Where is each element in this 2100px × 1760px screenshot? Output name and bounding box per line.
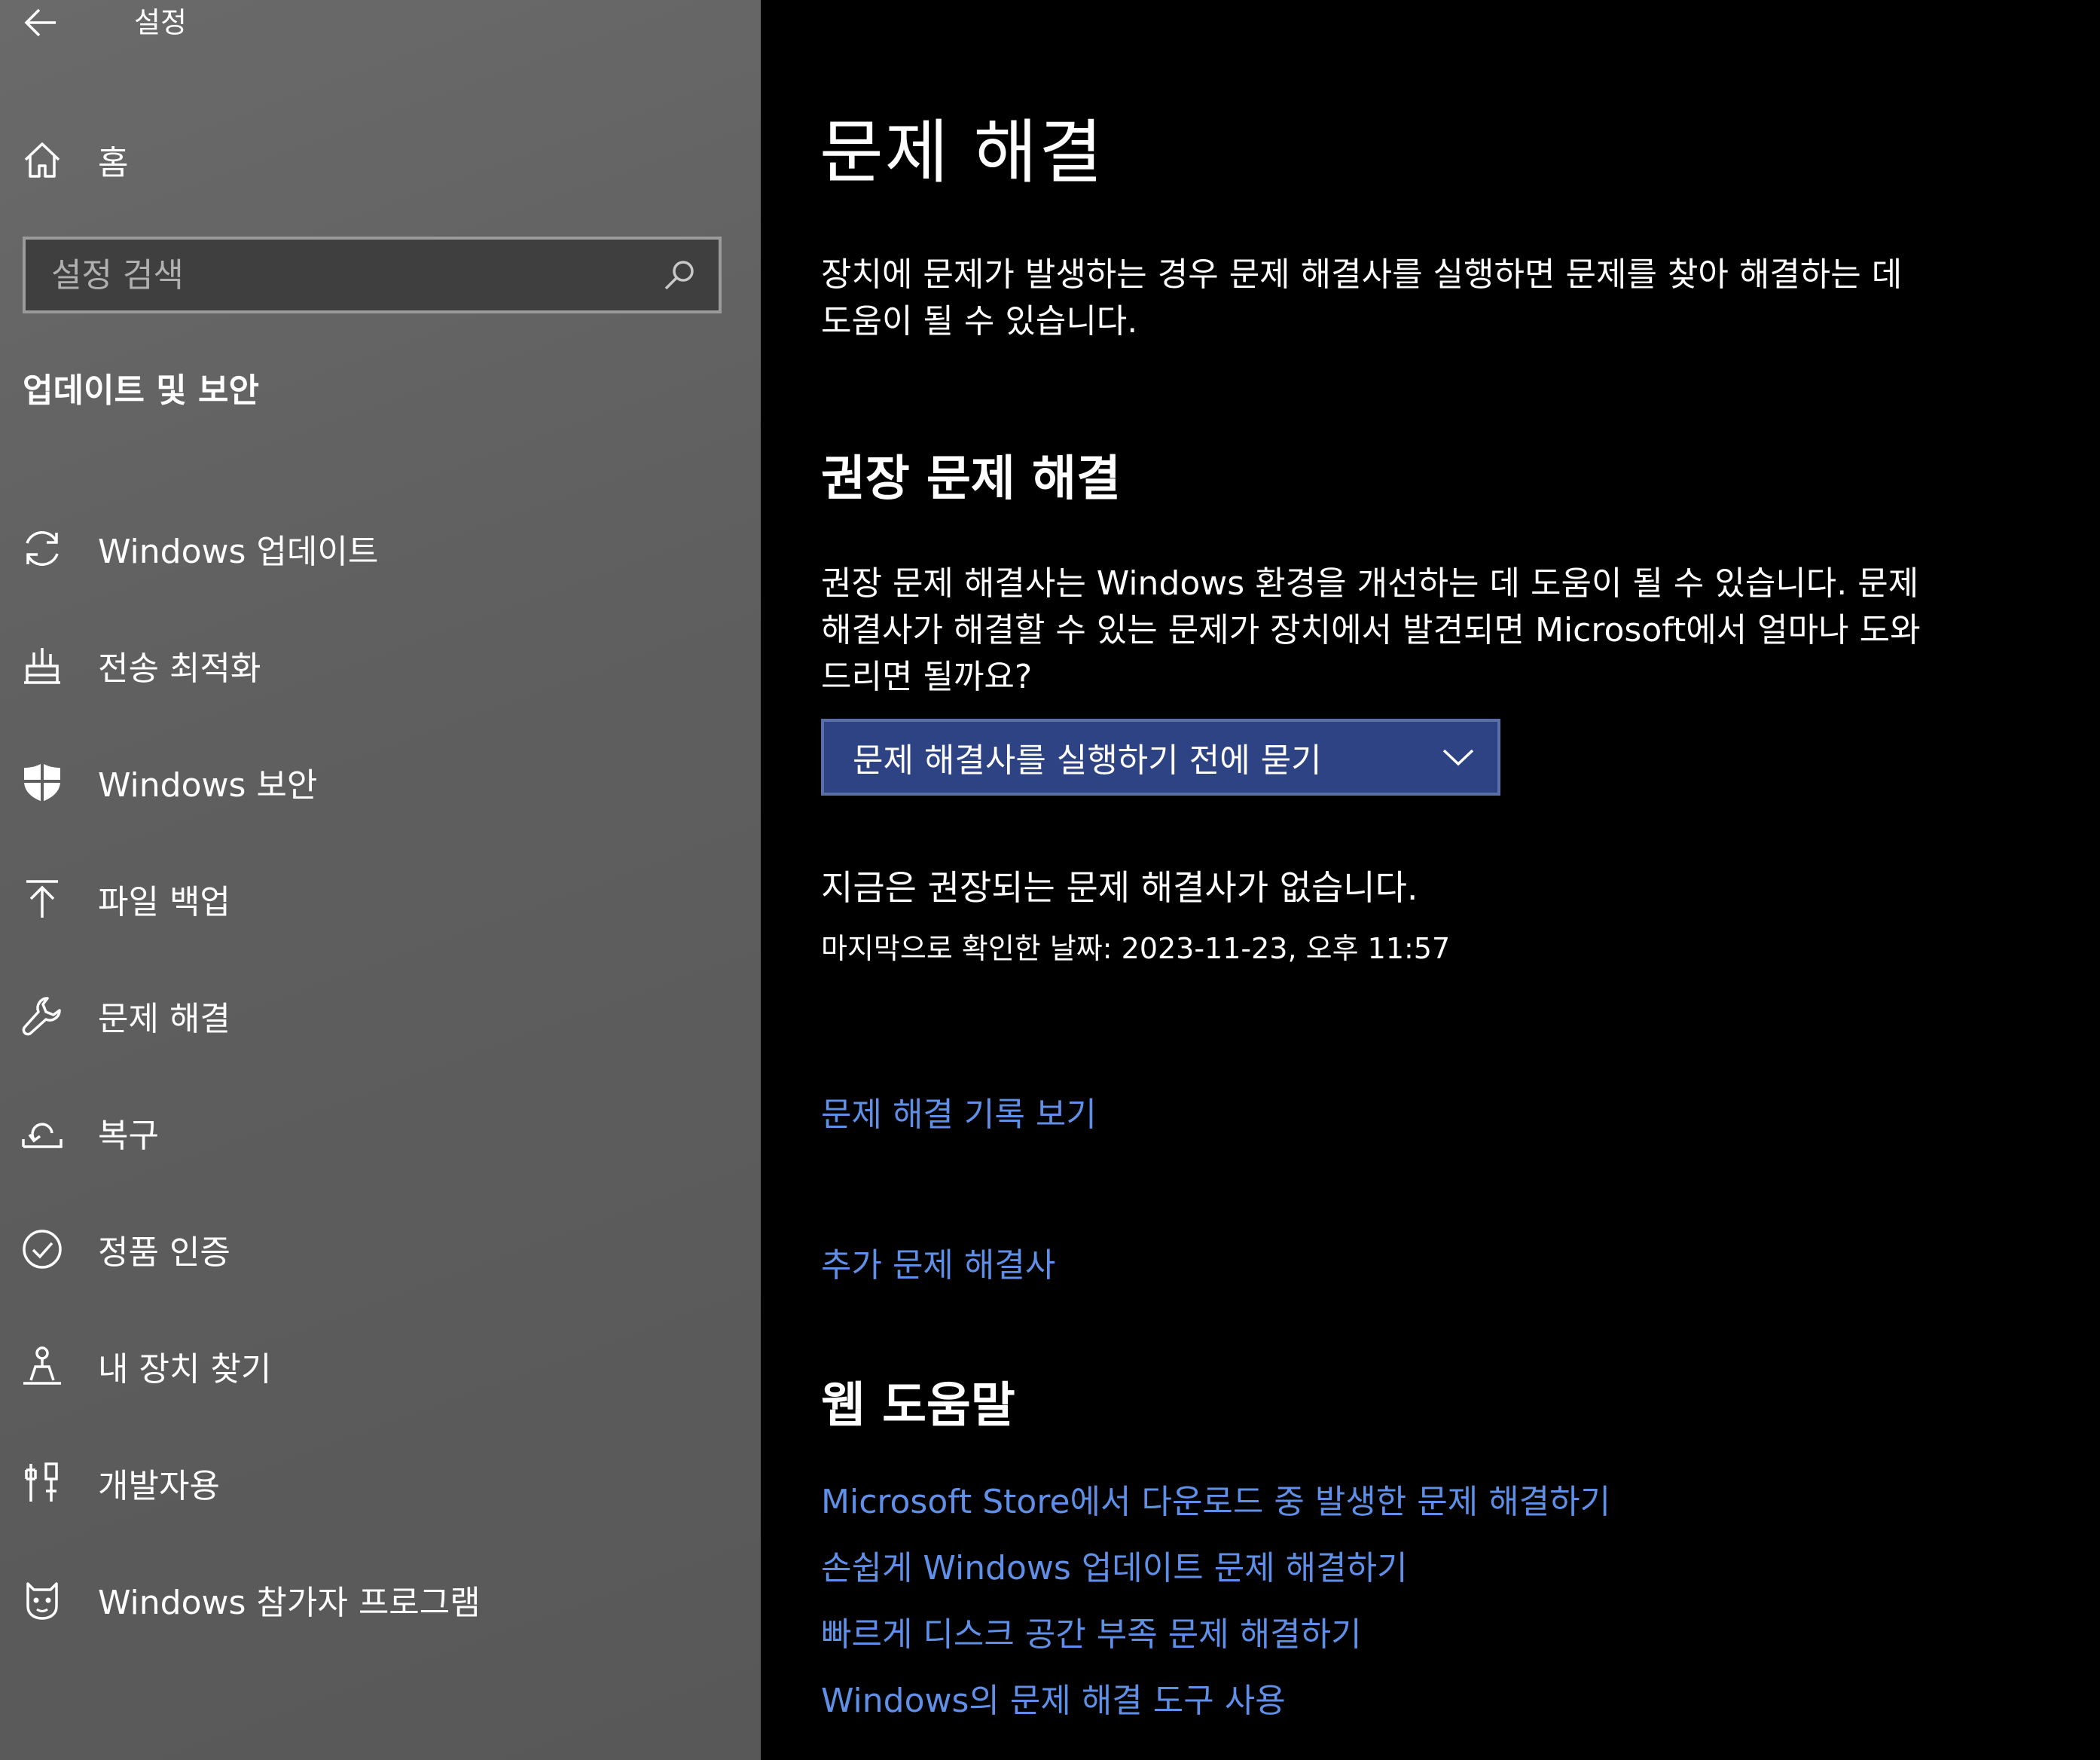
sidebar-item-delivery-optimization[interactable]: 전송 최적화 (0, 607, 761, 723)
chevron-down-icon (1442, 749, 1474, 766)
search-icon[interactable] (657, 252, 702, 298)
sidebar-item-windows-security[interactable]: Windows 보안 (0, 723, 761, 840)
recovery-icon (20, 1110, 65, 1155)
search-input[interactable] (26, 240, 657, 310)
sidebar-item-label: 정품 인증 (98, 1233, 230, 1272)
insider-icon (20, 1577, 65, 1622)
check-circle-icon (20, 1227, 65, 1272)
sidebar-item-label: 문제 해결 (98, 999, 230, 1038)
refresh-icon (20, 526, 65, 571)
sidebar-item-label: 파일 백업 (98, 882, 230, 921)
sidebar-item-label: 내 장치 찾기 (98, 1349, 272, 1389)
no-recommended-text: 지금은 권장되는 문제 해결사가 없습니다. (821, 867, 1418, 908)
troubleshooter-preference-dropdown[interactable]: 문제 해결사를 실행하기 전에 묻기 (821, 719, 1500, 796)
web-help-link-disk-space[interactable]: 빠르게 디스크 공간 부족 문제 해결하기 (821, 1612, 1362, 1658)
additional-troubleshooters-link[interactable]: 추가 문제 해결사 (821, 1243, 1055, 1288)
sidebar-item-find-my-device[interactable]: 내 장치 찾기 (0, 1307, 761, 1424)
main-content: 문제 해결 장치에 문제가 발생하는 경우 문제 해결사를 실행하면 문제를 찾… (761, 0, 2100, 1760)
sidebar-item-label: 복구 (98, 1116, 159, 1155)
sidebar-item-troubleshoot[interactable]: 문제 해결 (0, 957, 761, 1074)
sidebar-item-label: Windows 보안 (98, 765, 318, 805)
home-label: 홈 (98, 144, 129, 182)
recommended-heading: 권장 문제 해결 (821, 451, 1121, 507)
wrench-icon (20, 993, 65, 1038)
sidebar-item-label: Windows 참가자 프로그램 (98, 1583, 481, 1622)
web-help-link-tools[interactable]: Windows의 문제 해결 도구 사용 (821, 1679, 1286, 1724)
back-button[interactable] (21, 3, 60, 42)
title-bar: 설정 (0, 0, 761, 45)
home-link[interactable]: 홈 (21, 136, 128, 184)
dropdown-value: 문제 해결사를 실행하기 전에 묻기 (853, 741, 1322, 780)
sidebar-item-file-backup[interactable]: 파일 백업 (0, 840, 761, 957)
sidebar-item-label: Windows 업데이트 (98, 532, 379, 571)
delivery-optimization-icon (20, 643, 65, 688)
app-title: 설정 (134, 6, 187, 39)
recommended-description: 권장 문제 해결사는 Windows 환경을 개선하는 데 도움이 될 수 있습… (821, 564, 1921, 696)
sidebar-item-label: 전송 최적화 (98, 649, 261, 688)
find-device-icon (20, 1343, 65, 1389)
search-box[interactable] (23, 237, 722, 313)
sidebar-item-activation[interactable]: 정품 인증 (0, 1190, 761, 1307)
nav-list: Windows 업데이트 전송 최적화 Windows 보안 파일 백업 문제 … (0, 490, 761, 1658)
page-title: 문제 해결 (820, 112, 1104, 193)
sidebar-item-windows-insider[interactable]: Windows 참가자 프로그램 (0, 1541, 761, 1658)
sidebar: 설정 홈 업데이트 및 보안 Windows 업데이트 (0, 0, 761, 1760)
shield-icon (20, 759, 65, 805)
web-help-link-store[interactable]: Microsoft Store에서 다운로드 중 발생한 문제 해결하기 (821, 1480, 1610, 1525)
view-history-link[interactable]: 문제 해결 기록 보기 (821, 1092, 1097, 1138)
sidebar-item-windows-update[interactable]: Windows 업데이트 (0, 490, 761, 607)
web-help-link-update[interactable]: 손쉽게 Windows 업데이트 문제 해결하기 (821, 1546, 1408, 1591)
web-help-heading: 웹 도움말 (821, 1378, 1015, 1434)
arrow-left-icon (24, 8, 56, 37)
sidebar-item-recovery[interactable]: 복구 (0, 1074, 761, 1190)
page-description: 장치에 문제가 발생하는 경우 문제 해결사를 실행하면 문제를 찾아 해결하는… (821, 255, 1903, 341)
arrow-up-icon (20, 876, 65, 921)
last-checked-text: 마지막으로 확인한 날짜: 2023-11-23, 오후 11:57 (821, 932, 1451, 965)
sidebar-item-for-developers[interactable]: 개발자용 (0, 1424, 761, 1541)
section-title: 업데이트 및 보안 (23, 371, 259, 410)
sidebar-item-label: 개발자용 (98, 1466, 220, 1505)
home-icon (24, 142, 60, 178)
developer-icon (20, 1460, 65, 1505)
